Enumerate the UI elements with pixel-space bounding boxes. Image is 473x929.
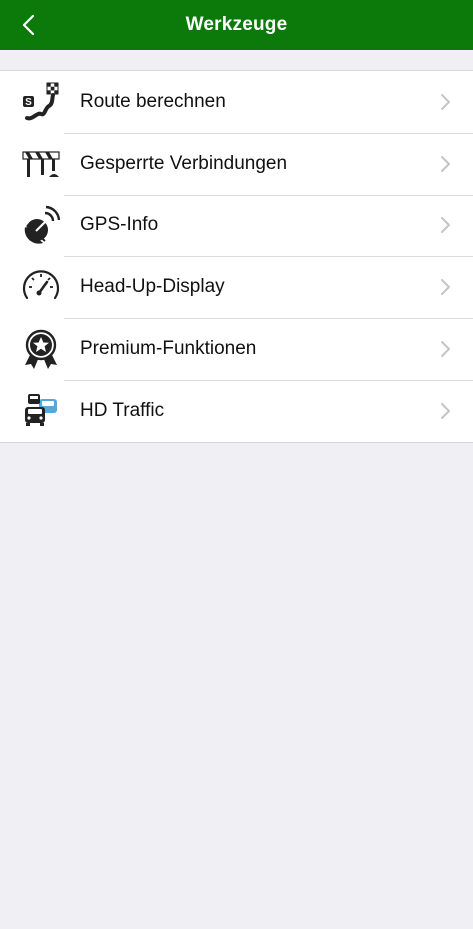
chevron-right-icon — [441, 341, 450, 358]
speedometer-icon — [19, 265, 63, 309]
svg-text:S: S — [25, 97, 32, 108]
menu-item-gesperrte-verbindungen[interactable]: Gesperrte Verbindungen — [0, 132, 473, 195]
menu-item-route-berechnen[interactable]: S Route berechnen — [0, 71, 473, 133]
menu-item-hd-traffic[interactable]: HD Traffic — [0, 379, 473, 442]
chevron-left-icon — [22, 14, 35, 36]
menu-item-head-up-display[interactable]: Head-Up-Display — [0, 256, 473, 318]
menu-item-gps-info[interactable]: GPS-Info — [0, 194, 473, 257]
chevron-right-icon — [441, 279, 450, 296]
menu-item-label: GPS-Info — [80, 214, 159, 236]
road-barrier-icon — [19, 142, 63, 186]
chevron-right-icon — [441, 402, 450, 419]
satellite-dish-icon — [19, 203, 63, 247]
tools-list: S Route berechnen Gesperrte Verbindungen — [0, 70, 473, 443]
menu-item-label: HD Traffic — [80, 399, 165, 421]
menu-item-label: Premium-Funktionen — [80, 338, 257, 360]
route-calc-icon: S — [19, 80, 63, 124]
menu-item-label: Route berechnen — [80, 90, 226, 112]
menu-item-label: Gesperrte Verbindungen — [80, 152, 288, 174]
chevron-right-icon — [441, 217, 450, 234]
nav-bar: Werkzeuge — [0, 0, 473, 50]
chevron-right-icon — [441, 93, 450, 110]
back-button[interactable] — [14, 10, 42, 40]
traffic-cars-icon — [19, 389, 63, 433]
chevron-right-icon — [441, 155, 450, 172]
menu-item-label: Head-Up-Display — [80, 276, 225, 298]
menu-item-premium-funktionen[interactable]: Premium-Funktionen — [0, 318, 473, 380]
page-title: Werkzeuge — [185, 14, 288, 35]
award-star-icon — [19, 327, 63, 371]
